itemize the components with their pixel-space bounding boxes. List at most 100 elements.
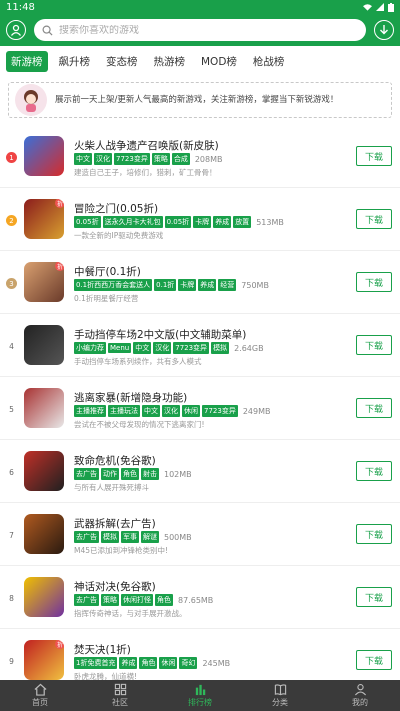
rank-number: 1	[6, 152, 17, 163]
game-title[interactable]: 神话对决(免谷歌)	[74, 579, 156, 594]
game-icon[interactable]: 折	[24, 640, 64, 680]
nav-home[interactable]: 首页	[0, 680, 80, 711]
status-time: 11:48	[6, 1, 35, 13]
game-tags: 去广告 模拟 军事 解谜 500MB	[74, 531, 192, 543]
search-input[interactable]	[59, 24, 358, 36]
game-tag: 汉化	[94, 153, 112, 165]
discount-badge: 折	[55, 199, 64, 208]
search-box[interactable]	[34, 19, 366, 41]
game-title[interactable]: 中餐厅(0.1折)	[74, 264, 141, 279]
profile-icon[interactable]	[6, 20, 26, 40]
game-icon[interactable]: 折	[24, 199, 64, 239]
tab-shooter[interactable]: 枪战榜	[248, 51, 290, 72]
game-icon[interactable]	[24, 451, 64, 491]
game-tag: 汉化	[162, 405, 180, 417]
game-size: 245MB	[202, 658, 231, 668]
game-tag: 角色	[155, 594, 173, 606]
game-tag: 奇幻	[179, 657, 198, 669]
download-button[interactable]: 下载	[356, 335, 392, 355]
nav-mine-label: 我的	[352, 698, 368, 707]
tab-hot[interactable]: 热游榜	[149, 51, 191, 72]
game-title[interactable]: 焚天决(1折)	[74, 642, 131, 657]
game-title[interactable]: 手动挡停车场2中文版(中文辅助菜单)	[74, 327, 246, 342]
game-row[interactable]: 7 武器拆解(去广告) 去广告 模拟 军事 解谜 500MB M45已添加到冲锋枪类别中! 下载	[0, 504, 400, 566]
game-tag: 小编力荐	[74, 342, 106, 354]
nav-community-label: 社区	[112, 698, 128, 707]
game-tag: 角色	[121, 468, 139, 480]
game-title[interactable]: 武器拆解(去广告)	[74, 516, 156, 531]
game-icon[interactable]	[24, 514, 64, 554]
rank-number: 2	[6, 215, 17, 226]
game-icon[interactable]	[24, 388, 64, 428]
game-row[interactable]: 9 折 焚天决(1折) 1折免费首充 养成 角色 休闲 奇幻 245MB 卧虎龙腾，仙道横! 下载	[0, 630, 400, 680]
game-tag: 养成	[198, 279, 217, 291]
tab-modded[interactable]: 变态榜	[101, 51, 143, 72]
game-tag: 7723变异	[173, 342, 210, 354]
nav-mine[interactable]: 我的	[320, 680, 400, 711]
nav-community[interactable]: 社区	[80, 680, 160, 711]
game-description: 0.1折明星餐厅经营	[74, 294, 139, 303]
status-icons	[363, 2, 394, 12]
game-tag: 7723变异	[114, 153, 150, 165]
download-button[interactable]: 下载	[356, 587, 392, 607]
game-tag: 解谜	[141, 531, 159, 543]
nav-ranking[interactable]: 排行榜	[160, 680, 240, 711]
game-tag: 1折免费首充	[74, 657, 118, 669]
game-size: 750MB	[241, 280, 269, 290]
game-tags: 0.1折西西万香会套送人 0.1折 卡牌 养成 经营 750MB	[74, 279, 269, 291]
rank-number: 6	[9, 468, 14, 477]
game-tag: 合成	[171, 153, 190, 165]
nav-category[interactable]: 分类	[240, 680, 320, 711]
status-bar: 11:48	[0, 0, 400, 14]
game-icon[interactable]: 折	[24, 262, 64, 302]
intro-text: 展示前一天上架/更新人气最高的新游戏，关注新游榜，掌握当下新锐游戏！	[55, 95, 339, 105]
game-size: 249MB	[242, 406, 271, 416]
game-tags: 主播推荐 主播玩法 中文 汉化 休闲 7723变异 249MB	[74, 405, 271, 417]
game-row[interactable]: 5 逃离家暴(新增隐身功能) 主播推荐 主播玩法 中文 汉化 休闲 7723变异 249MB 尝试…	[0, 378, 400, 440]
rank-number: 3	[6, 278, 17, 289]
game-tag: 动作	[101, 468, 119, 480]
game-tag: 军事	[121, 531, 139, 543]
game-tag: 模拟	[211, 342, 230, 354]
game-tag: 卡牌	[178, 279, 197, 291]
game-row[interactable]: 8 神话对决(免谷歌) 去广告 策略 休闲打怪 角色 87.65MB 指挥传奇神话，与对手展开…	[0, 567, 400, 629]
download-manager-icon[interactable]	[374, 20, 394, 40]
game-icon[interactable]	[24, 577, 64, 617]
game-row[interactable]: 1 火柴人战争遗产召唤版(新皮肤) 中文 汉化 7723变异 策略 合成 208MB 建造自己王…	[0, 126, 400, 188]
game-tag: 汉化	[153, 342, 172, 354]
download-button[interactable]: 下载	[356, 650, 392, 670]
game-description: 与所有人展开殊死搏斗	[74, 483, 149, 492]
game-tag: 0.05折	[164, 216, 192, 228]
game-title[interactable]: 致命危机(免谷歌)	[74, 453, 156, 468]
game-row[interactable]: 6 致命危机(免谷歌) 去广告 动作 角色 射击 102MB 与所有人展开殊死搏斗 下载	[0, 441, 400, 503]
game-title[interactable]: 冒险之门(0.05折)	[74, 201, 158, 216]
home-icon	[34, 683, 46, 696]
chart-icon	[195, 684, 205, 696]
tab-mod[interactable]: MOD榜	[196, 51, 242, 72]
game-tag: 主播玩法	[108, 405, 140, 417]
game-title[interactable]: 逃离家暴(新增隐身功能)	[74, 390, 187, 405]
game-tag: 卡牌	[193, 216, 212, 228]
game-description: 指挥传奇神话，与对手展开激战。	[74, 609, 187, 618]
download-button[interactable]: 下载	[356, 524, 392, 544]
download-button[interactable]: 下载	[356, 461, 392, 481]
game-tag: 中文	[133, 342, 152, 354]
rank-number: 9	[9, 657, 14, 666]
game-size: 208MB	[194, 154, 223, 164]
game-icon[interactable]	[24, 136, 64, 176]
game-title[interactable]: 火柴人战争遗产召唤版(新皮肤)	[74, 138, 219, 153]
user-icon	[354, 684, 366, 696]
game-row[interactable]: 4 手动挡停车场2中文版(中文辅助菜单) 小编力荐 Menu 中文 汉化 7723变异 模拟 2…	[0, 315, 400, 377]
download-button[interactable]: 下载	[356, 146, 392, 166]
game-icon[interactable]	[24, 325, 64, 365]
game-row[interactable]: 2 折冒险之门(0.05折) 0.05折 送永久月卡大礼包 0.05折 卡牌 养成 放置 513…	[0, 189, 400, 251]
game-tags: 1折免费首充 养成 角色 休闲 奇幻 245MB	[74, 657, 230, 669]
game-description: 尝试在不被父母发现的情况下逃离家门!	[74, 420, 205, 429]
ranking-intro: 展示前一天上架/更新人气最高的新游戏，关注新游榜，掌握当下新锐游戏！	[8, 82, 392, 118]
tab-new-games[interactable]: 新游榜	[6, 50, 48, 72]
download-button[interactable]: 下载	[356, 209, 392, 229]
tab-rising[interactable]: 飙升榜	[54, 51, 96, 72]
download-button[interactable]: 下载	[356, 398, 392, 418]
download-button[interactable]: 下载	[356, 272, 392, 292]
game-row[interactable]: 3 折中餐厅(0.1折) 0.1折西西万香会套送人 0.1折 卡牌 养成 经营 750MB 0.…	[0, 252, 400, 314]
